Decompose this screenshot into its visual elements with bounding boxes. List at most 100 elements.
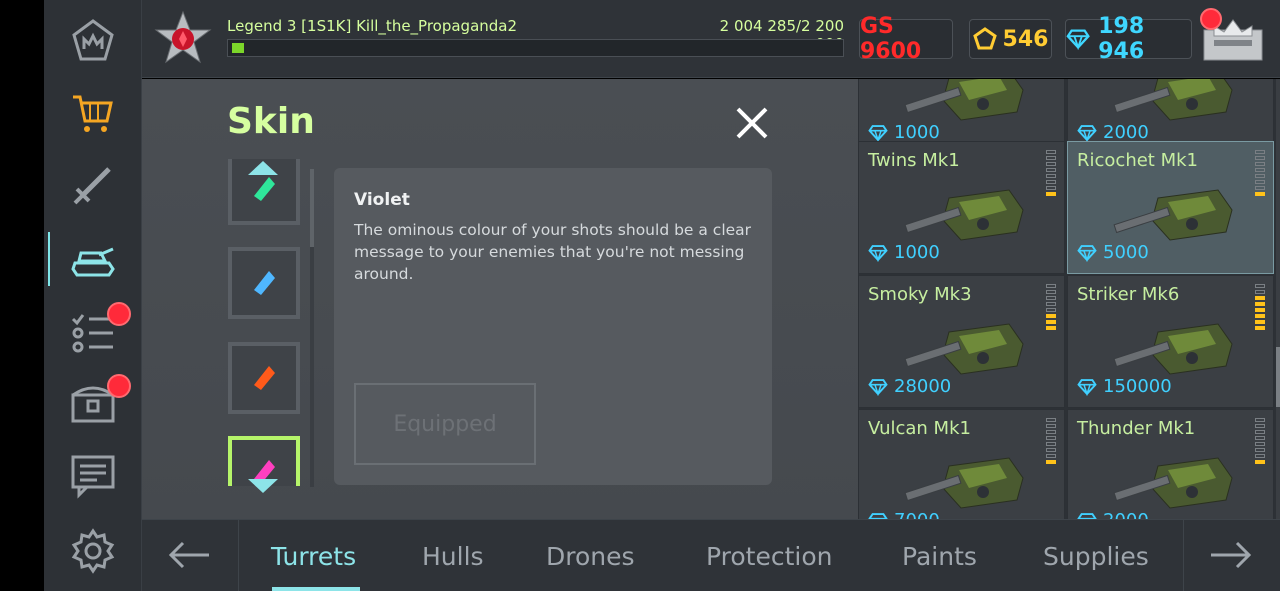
upgrade-segment [1255, 436, 1265, 440]
skin-tile-orange[interactable] [228, 342, 300, 414]
upgrade-segment [1046, 302, 1056, 306]
tab-supplies[interactable]: Supplies [1043, 542, 1149, 571]
active-tab-underline [272, 587, 360, 591]
turret-card[interactable]: Thunder Mk1 2000 [1067, 409, 1274, 519]
tab-turrets[interactable]: Turrets [271, 542, 356, 571]
tab-hulls[interactable]: Hulls [422, 542, 484, 571]
tab-drones[interactable]: Drones [546, 542, 635, 571]
turret-price-value: 28000 [894, 376, 952, 397]
turret-card[interactable]: Vulcan Mk1 7000 [858, 409, 1065, 519]
turret-price: 2000 [1077, 122, 1149, 143]
turret-price: 1000 [868, 242, 940, 263]
turret-grid-scroll-thumb[interactable] [1276, 347, 1280, 407]
upgrade-segment [1255, 448, 1265, 452]
upgrade-level-meter [1255, 284, 1265, 330]
skin-description-panel: Violet The ominous colour of your shots … [334, 168, 772, 485]
upgrade-segment [1255, 192, 1265, 196]
upgrade-segment [1255, 424, 1265, 428]
xp-progress-bar [227, 39, 844, 57]
player-name: Legend 3 [1S1K] Kill_the_Propaganda2 [227, 17, 518, 35]
garage-crown-icon [72, 19, 114, 61]
settings-gear-icon [71, 528, 115, 574]
skin-crystal-icon [254, 366, 275, 390]
top-bar: Legend 3 [1S1K] Kill_the_Propaganda2 2 0… [142, 0, 1280, 78]
arrow-left-icon[interactable] [167, 540, 211, 570]
sidebar-item-settings[interactable] [44, 516, 142, 586]
skin-list [227, 159, 317, 486]
upgrade-segment [1255, 296, 1265, 300]
upgrade-segment [1255, 162, 1265, 166]
upgrade-segment [1046, 424, 1056, 428]
tankoin-pentagon-icon [972, 27, 997, 50]
tab-protection[interactable]: Protection [706, 542, 832, 571]
scroll-down-icon[interactable] [246, 471, 280, 495]
turret-image [904, 457, 1024, 509]
sidebar-item-battle[interactable] [44, 150, 142, 220]
turret-card[interactable]: Ricochet Mk1 5000 [1067, 141, 1274, 274]
upgrade-segment [1046, 162, 1056, 166]
containers-notification-badge [107, 374, 131, 398]
skin-list-scroll-thumb[interactable] [310, 169, 314, 247]
sidebar-item-missions[interactable] [44, 296, 142, 366]
turret-price: 7000 [868, 510, 940, 519]
equipped-button[interactable]: Equipped [354, 383, 536, 465]
upgrade-level-meter [1255, 150, 1265, 196]
upgrade-segment [1046, 436, 1056, 440]
rank-star-icon [154, 10, 212, 64]
upgrade-segment [1255, 454, 1265, 458]
upgrade-segment [1255, 168, 1265, 172]
sidebar-item-news[interactable] [44, 440, 142, 510]
tankoins-counter[interactable]: 546 [969, 19, 1052, 59]
turret-name: Thunder Mk1 [1077, 418, 1196, 439]
tab-paints[interactable]: Paints [902, 542, 977, 571]
turret-grid-scrollbar[interactable] [1276, 79, 1280, 519]
turret-image [1113, 323, 1233, 375]
upgrade-segment [1255, 180, 1265, 184]
skin-tile-blue[interactable] [228, 247, 300, 319]
turret-price-value: 1000 [894, 242, 940, 263]
sidebar-item-garage-tank[interactable] [44, 224, 142, 294]
turret-price-value: 2000 [1103, 122, 1149, 143]
turret-image [904, 189, 1024, 241]
crystal-diamond-icon [868, 124, 888, 142]
turret-price-value: 150000 [1103, 376, 1172, 397]
arrow-right-icon[interactable] [1209, 540, 1253, 570]
upgrade-level-meter [1046, 150, 1056, 196]
sidebar-item-containers[interactable] [44, 368, 142, 438]
premium-notification-badge [1200, 8, 1222, 30]
gear-score-badge[interactable]: GS 9600 [859, 14, 953, 64]
upgrade-segment [1255, 284, 1265, 288]
turret-card[interactable]: Smoky Mk3 28000 [858, 275, 1065, 408]
turret-price: 2000 [1077, 510, 1149, 519]
turret-price-value: 2000 [1103, 510, 1149, 519]
upgrade-segment [1046, 168, 1056, 172]
upgrade-segment [1046, 308, 1056, 312]
upgrade-level-meter [1046, 284, 1056, 330]
sidebar-item-shop[interactable] [44, 78, 142, 148]
turret-price-value: 5000 [1103, 242, 1149, 263]
sidebar-item-garage[interactable] [44, 6, 142, 76]
scroll-up-icon[interactable] [246, 159, 280, 183]
skin-panel: Skin Violet The ominous colour of your s… [142, 79, 858, 519]
upgrade-segment [1046, 460, 1056, 464]
upgrade-segment [1046, 156, 1056, 160]
crystal-diamond-icon [1077, 244, 1097, 262]
battle-sword-icon [73, 167, 111, 205]
crystal-diamond-icon [868, 378, 888, 396]
upgrade-segment [1046, 448, 1056, 452]
close-icon[interactable] [732, 103, 772, 143]
news-icon [71, 455, 115, 499]
upgrade-segment [1046, 186, 1056, 190]
upgrade-segment [1046, 296, 1056, 300]
garage-tank-icon [71, 247, 115, 277]
upgrade-segment [1255, 320, 1265, 324]
skin-crystal-icon [254, 271, 275, 295]
sidebar [44, 0, 142, 591]
premium-button[interactable] [1200, 8, 1264, 62]
upgrade-segment [1255, 314, 1265, 318]
skin-name: Violet [354, 190, 410, 210]
crystals-counter[interactable]: 198 946 [1065, 14, 1192, 64]
tab-divider [238, 520, 239, 591]
turret-card[interactable]: Twins Mk1 1000 [858, 141, 1065, 274]
turret-card[interactable]: Striker Mk6 150000 [1067, 275, 1274, 408]
